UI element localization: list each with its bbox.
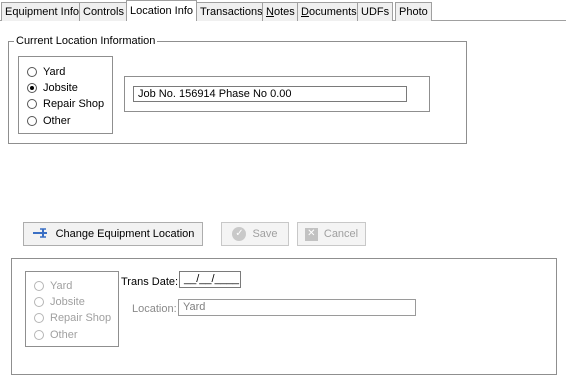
- change-equipment-location-button[interactable]: Change Equipment Location: [23, 222, 203, 246]
- tab-equipment-info[interactable]: Equipment Info: [1, 2, 83, 21]
- save-button[interactable]: ✓ Save: [221, 222, 289, 246]
- new-radio-yard-label: Yard: [50, 280, 73, 292]
- tab-photo[interactable]: Photo: [395, 2, 432, 21]
- new-radio-other-button[interactable]: [34, 330, 44, 340]
- radio-repair-shop[interactable]: Repair Shop: [27, 96, 104, 112]
- new-radio-other-label: Other: [50, 329, 78, 341]
- trans-date-field[interactable]: __/__/____: [179, 271, 241, 288]
- radio-other-label: Other: [43, 115, 71, 127]
- cancel-button[interactable]: ✕ Cancel: [297, 222, 366, 246]
- radio-jobsite-button[interactable]: [27, 83, 37, 93]
- radio-other-button[interactable]: [27, 116, 37, 126]
- close-icon: ✕: [304, 227, 318, 241]
- radio-yard[interactable]: Yard: [27, 64, 65, 80]
- location-detail-box: Job No. 156914 Phase No 0.00: [124, 76, 430, 112]
- tab-location-info[interactable]: Location Info: [126, 0, 197, 21]
- location-field[interactable]: Yard: [178, 299, 416, 316]
- radio-other[interactable]: Other: [27, 113, 71, 129]
- tab-transactions[interactable]: Transactions: [196, 2, 267, 21]
- new-radio-yard[interactable]: Yard: [34, 278, 72, 294]
- current-location-legend: Current Location Information: [14, 34, 158, 48]
- new-radio-other[interactable]: Other: [34, 327, 78, 343]
- change-location-icon: [32, 226, 50, 243]
- check-icon: ✓: [232, 227, 247, 241]
- radio-repair-shop-button[interactable]: [27, 99, 37, 109]
- new-radio-repair-shop[interactable]: Repair Shop: [34, 310, 111, 326]
- new-radio-repair-shop-label: Repair Shop: [50, 312, 112, 324]
- tab-udfs[interactable]: UDFs: [357, 2, 394, 21]
- location-detail-field[interactable]: Job No. 156914 Phase No 0.00: [133, 86, 407, 102]
- location-label: Location:: [132, 303, 177, 315]
- new-radio-jobsite-label: Jobsite: [50, 296, 85, 308]
- trans-date-label: Trans Date:: [121, 276, 179, 288]
- new-radio-yard-button[interactable]: [34, 281, 44, 291]
- radio-repair-shop-label: Repair Shop: [43, 98, 105, 110]
- radio-jobsite[interactable]: Jobsite: [27, 80, 78, 96]
- tab-controls[interactable]: Controls: [79, 2, 128, 21]
- radio-yard-button[interactable]: [27, 67, 37, 77]
- tab-bar: Equipment Info Controls Location Info Tr…: [0, 0, 566, 21]
- cancel-label: Cancel: [323, 228, 359, 240]
- change-equipment-location-label: Change Equipment Location: [55, 228, 195, 240]
- new-radio-jobsite[interactable]: Jobsite: [34, 294, 85, 310]
- new-radio-repair-shop-button[interactable]: [34, 313, 44, 323]
- new-radio-jobsite-button[interactable]: [34, 297, 44, 307]
- save-label: Save: [252, 228, 278, 240]
- current-location-group: Current Location Information Yard Jobsit…: [8, 34, 467, 144]
- radio-jobsite-label: Jobsite: [43, 82, 78, 94]
- change-location-group: Yard Jobsite Repair Shop Other Trans Dat…: [11, 258, 557, 375]
- radio-yard-label: Yard: [43, 66, 66, 78]
- location-type-radio-group: Yard Jobsite Repair Shop Other: [18, 56, 113, 134]
- tab-documents[interactable]: Documents: [297, 2, 361, 21]
- tab-notes[interactable]: Notes: [262, 2, 299, 21]
- new-location-type-radio-group: Yard Jobsite Repair Shop Other: [25, 271, 119, 347]
